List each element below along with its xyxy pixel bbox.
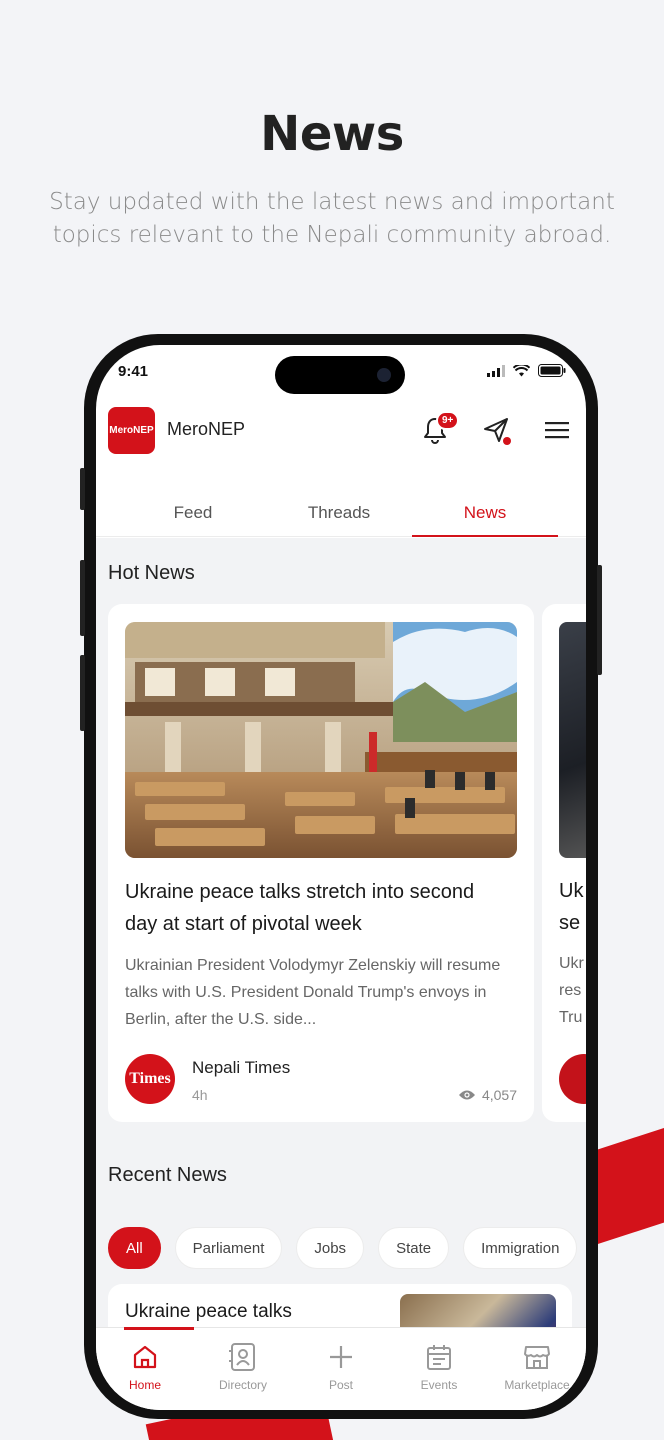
directory-icon [229, 1343, 255, 1371]
news-title-partial: Uk [559, 880, 584, 902]
app-header: MeroNEP MeroNEP 9+ [96, 403, 586, 463]
status-icons [487, 364, 566, 377]
nav-home[interactable]: Home [96, 1340, 194, 1392]
nav-label: Directory [218, 1378, 267, 1392]
tab-threads[interactable]: Threads [264, 503, 414, 523]
hot-news-card[interactable]: Ukraine peace talks stretch into second … [108, 604, 534, 1122]
news-description-partial: Tru [559, 1009, 583, 1026]
news-description: Ukrainian President Volodymyr Zelenskiy … [125, 957, 501, 1028]
bottom-navigation: Home Directory Post Events Marketplace [96, 1327, 586, 1410]
news-description-partial: res [559, 982, 582, 999]
phone-side-button [597, 565, 602, 675]
notification-button[interactable]: 9+ [418, 411, 460, 447]
dynamic-island [275, 356, 405, 394]
source-logo [559, 1054, 586, 1104]
phone-side-button [80, 560, 85, 636]
app-name: MeroNEP [167, 419, 246, 439]
nav-events[interactable]: Events [390, 1340, 488, 1392]
nav-label: Post [328, 1378, 353, 1392]
hot-news-heading: Hot News [108, 562, 195, 584]
app-logo[interactable]: MeroNEP [108, 407, 155, 454]
recent-news-heading: Recent News [108, 1164, 227, 1186]
promo-title: News [260, 106, 404, 162]
nav-label: Home [128, 1378, 161, 1392]
nav-directory[interactable]: Directory [194, 1340, 292, 1392]
view-count-value: 4,057 [481, 1087, 517, 1103]
source-logo: Times [125, 1054, 175, 1104]
category-filters: All Parliament Jobs State Immigration [108, 1227, 586, 1271]
news-title-partial: se [559, 912, 581, 934]
nav-label: Marketplace [504, 1378, 570, 1392]
filter-chip-jobs[interactable]: Jobs [296, 1227, 365, 1269]
filter-chip-immigration[interactable]: Immigration [463, 1227, 578, 1269]
hot-news-card-next[interactable]: Uk se Ukr res Tru [542, 604, 586, 1122]
signal-icon [487, 364, 505, 377]
menu-button[interactable] [540, 413, 574, 447]
nav-marketplace[interactable]: Marketplace [488, 1340, 586, 1392]
nav-post[interactable]: Post [292, 1340, 390, 1392]
filter-chip-state[interactable]: State [378, 1227, 450, 1269]
hamburger-icon [545, 422, 569, 439]
nav-label: Events [420, 1378, 458, 1392]
notification-badge: 9+ [436, 411, 460, 430]
view-count: 4,057 [458, 1087, 517, 1103]
promo-subtitle: Stay updated with the latest news and im… [49, 189, 615, 248]
nav-active-indicator [124, 1327, 194, 1330]
active-tab-indicator [412, 535, 558, 537]
store-icon [524, 1346, 550, 1369]
tab-feed[interactable]: Feed [118, 503, 268, 523]
news-description-partial: Ukr [559, 955, 584, 972]
camera-icon [377, 368, 391, 382]
tab-bar: Feed Threads News [96, 485, 586, 537]
news-image [125, 622, 517, 858]
unread-dot [503, 437, 511, 445]
calendar-icon [427, 1345, 451, 1370]
news-title[interactable]: Ukraine peace talks [125, 1298, 385, 1326]
tab-news[interactable]: News [410, 503, 560, 523]
phone-screen: 9:41 MeroNEP MeroNEP 9+ Feed Threads New… [96, 345, 586, 1410]
send-button[interactable] [479, 413, 513, 447]
eye-icon [458, 1090, 475, 1100]
plus-icon [330, 1346, 352, 1368]
status-time: 9:41 [118, 363, 149, 380]
news-image [559, 622, 586, 858]
post-time: 4h [192, 1087, 208, 1103]
news-content: Hot News Ukraine peace talks stretch int… [96, 538, 586, 1394]
home-icon [133, 1345, 157, 1369]
status-bar: 9:41 [96, 345, 586, 395]
phone-side-button [80, 655, 85, 731]
filter-chip-all[interactable]: All [108, 1227, 161, 1269]
filter-chip-parliament[interactable]: Parliament [174, 1227, 283, 1269]
phone-side-button [80, 468, 85, 510]
wifi-icon [513, 364, 530, 376]
news-title[interactable]: Ukraine peace talks stretch into second … [125, 876, 505, 940]
battery-icon [538, 364, 566, 377]
source-name: Nepali Times [192, 1058, 291, 1077]
